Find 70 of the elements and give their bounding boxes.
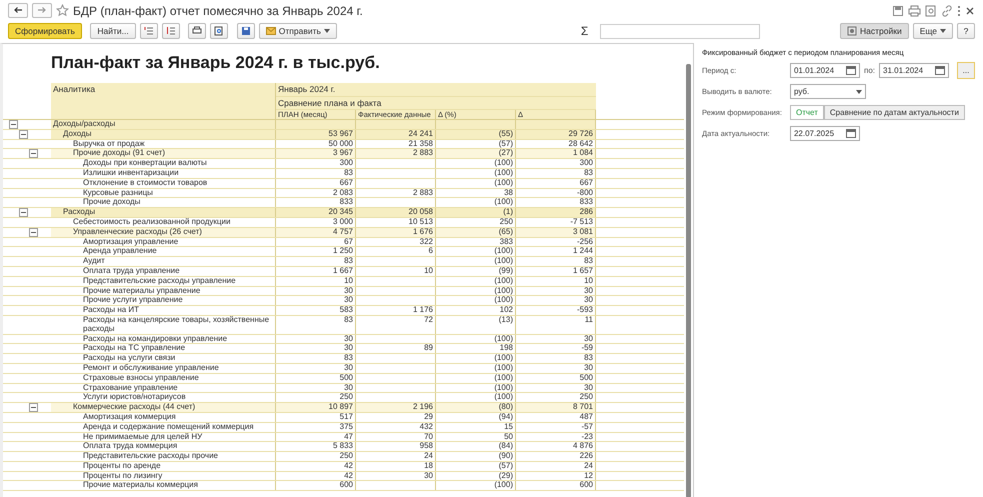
- caret-icon: [940, 29, 946, 33]
- left-arrow-icon: [13, 6, 23, 14]
- settings-button[interactable]: Настройки: [840, 23, 909, 39]
- caret-icon: [324, 29, 330, 33]
- field-label: по:: [864, 64, 875, 77]
- date-field[interactable]: 01.01.2024: [790, 63, 860, 78]
- window-title: БДР (план-факт) отчет помесячно за Январь 2024 г.: [73, 2, 363, 20]
- collapse-toggle[interactable]: [29, 149, 38, 158]
- list-button[interactable]: [140, 23, 158, 39]
- preview-button[interactable]: [210, 23, 228, 39]
- sum-sign: Σ: [580, 23, 588, 40]
- find-button[interactable]: Найти...: [90, 23, 136, 39]
- table-cell: 3 967: [276, 149, 356, 158]
- back-button[interactable]: [8, 3, 28, 18]
- date-field[interactable]: 31.01.2024: [879, 63, 949, 78]
- column-header: Аналитика: [51, 83, 276, 119]
- print-button[interactable]: [188, 23, 206, 39]
- print-icon: [192, 26, 202, 36]
- preview-icon: [214, 26, 224, 36]
- search-field[interactable]: [600, 24, 760, 38]
- calendar-icon[interactable]: [846, 66, 856, 76]
- table-cell: 1 084: [516, 149, 596, 158]
- scrollbar[interactable]: [686, 64, 691, 497]
- period-button[interactable]: ...: [957, 62, 975, 80]
- column-header: Сравнение плана и факта: [276, 97, 596, 110]
- save-icon: [240, 26, 251, 36]
- close-icon[interactable]: [965, 6, 975, 16]
- more-button[interactable]: Еще: [912, 23, 953, 39]
- save-icon[interactable]: [892, 4, 904, 16]
- more-icon[interactable]: [957, 4, 961, 16]
- table-cell: (1): [436, 208, 516, 217]
- date-field[interactable]: 22.07.2025: [790, 126, 860, 142]
- table-cell: 286: [516, 208, 596, 217]
- link-icon[interactable]: [941, 4, 953, 16]
- row-label: Расходы: [51, 208, 276, 217]
- collapse-toggle[interactable]: [29, 403, 38, 412]
- table-cell: (27): [436, 149, 516, 158]
- preview-icon[interactable]: [925, 4, 937, 16]
- table-cell: 8 701: [516, 403, 596, 412]
- table-cell: 20 058: [356, 208, 436, 217]
- help-button[interactable]: ?: [957, 23, 975, 39]
- row-label: Доходы/расходы: [51, 120, 276, 129]
- collapse-toggle[interactable]: [19, 208, 28, 218]
- caret-icon: [856, 90, 862, 94]
- calendar-icon[interactable]: [846, 129, 856, 138]
- collapse-toggle[interactable]: [9, 120, 18, 129]
- report-title: План-факт за Январь 2024 г. в тыс.руб.: [50, 52, 381, 74]
- table-cell: (80): [436, 403, 516, 412]
- mode-toggle[interactable]: Отчет: [790, 105, 824, 120]
- envelope-icon: [266, 27, 276, 35]
- table-cell: 20 345: [276, 208, 356, 217]
- save-button[interactable]: [236, 23, 255, 39]
- row-label: Коммерческие расходы (44 счет): [51, 403, 276, 412]
- settings-icon: [847, 26, 858, 36]
- list-icon: [144, 26, 154, 36]
- right-arrow-icon: [37, 6, 47, 14]
- table-cell: 10 897: [276, 403, 356, 412]
- row-label: Прочие доходы (91 счет): [51, 149, 276, 158]
- generate-button[interactable]: Сформировать: [8, 23, 82, 39]
- mode-toggle[interactable]: Сравнение по датам актуальности: [824, 105, 965, 120]
- currency-dropdown[interactable]: руб.: [790, 84, 866, 100]
- column-header: Январь 2024 г.: [276, 83, 596, 97]
- sort-button[interactable]: [162, 23, 180, 39]
- send-button[interactable]: Отправить: [258, 23, 337, 39]
- sort-icon: [166, 26, 176, 36]
- table-cell: 2 196: [356, 403, 436, 412]
- table-cell: 2 883: [356, 149, 436, 158]
- print-icon[interactable]: [908, 4, 921, 16]
- star-icon[interactable]: [56, 4, 69, 17]
- calendar-icon[interactable]: [935, 66, 945, 76]
